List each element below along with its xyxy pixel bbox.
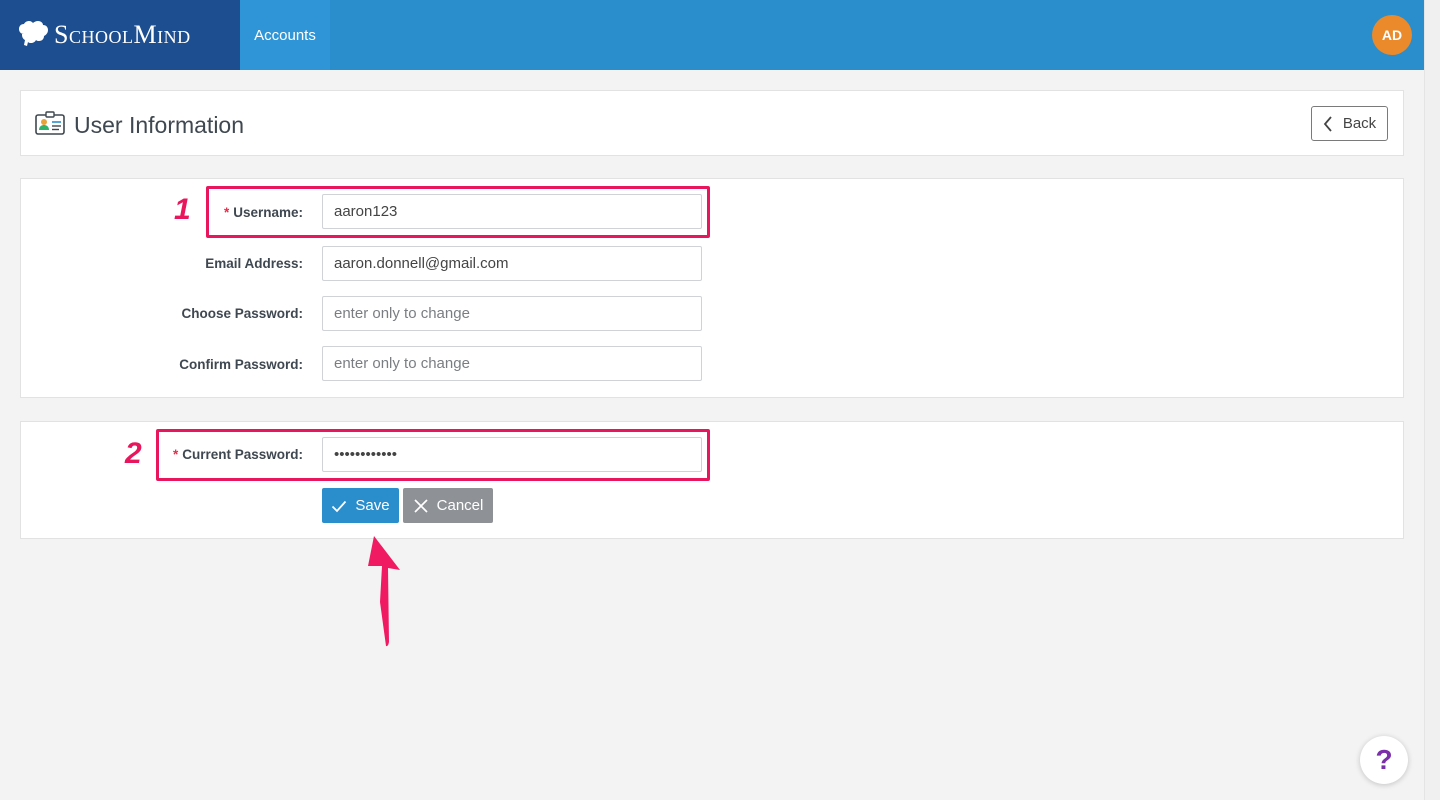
choose-password-field[interactable] <box>322 296 702 331</box>
annotation-box-2 <box>156 429 710 481</box>
confirm-password-field[interactable] <box>322 346 702 381</box>
top-navbar: SchoolMind Accounts AD <box>0 0 1424 70</box>
email-field[interactable] <box>322 246 702 281</box>
email-label: Email Address: <box>205 256 303 271</box>
close-icon <box>414 498 428 513</box>
page-header-panel: User Information Back <box>20 90 1404 156</box>
confirm-password-label: Confirm Password: <box>179 357 303 372</box>
brand-logo[interactable]: SchoolMind <box>0 0 240 70</box>
help-button[interactable]: ? <box>1360 736 1408 784</box>
save-button-label: Save <box>355 497 390 514</box>
brain-logo-icon <box>19 21 48 46</box>
back-button[interactable]: Back <box>1311 106 1388 141</box>
page-scrollbar[interactable] <box>1424 0 1440 800</box>
id-card-icon <box>35 111 65 135</box>
user-avatar[interactable]: AD <box>1372 15 1412 55</box>
back-button-label: Back <box>1342 115 1377 132</box>
checkmark-icon <box>332 500 347 512</box>
nav-accounts-tab[interactable]: Accounts <box>240 0 330 70</box>
annotation-step-1: 1 <box>174 193 191 226</box>
annotation-step-2: 2 <box>125 437 142 470</box>
chevron-left-icon <box>1323 115 1332 132</box>
save-button[interactable]: Save <box>322 488 399 523</box>
cancel-button[interactable]: Cancel <box>403 488 493 523</box>
choose-password-label: Choose Password: <box>181 306 303 321</box>
page-title: User Information <box>74 112 245 138</box>
annotation-box-1 <box>206 186 710 238</box>
cancel-button-label: Cancel <box>436 497 484 514</box>
brand-name: SchoolMind <box>54 20 191 49</box>
annotation-arrow-icon <box>368 536 400 647</box>
